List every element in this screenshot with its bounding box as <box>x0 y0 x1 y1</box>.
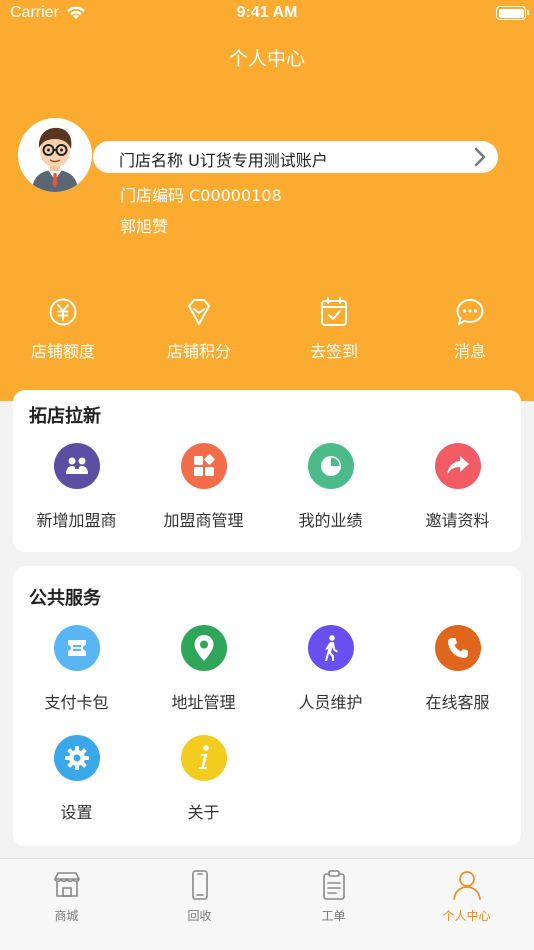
tab-work-orders[interactable]: 工单 <box>267 869 400 924</box>
person-icon <box>452 871 481 900</box>
public-services-card: 公共服务 支付卡包 地址管理 人员维护 在线客服 设置 关于 <box>13 566 521 846</box>
phone-device-icon <box>191 870 208 900</box>
info-icon <box>180 735 227 781</box>
share-arrow-icon <box>434 443 481 489</box>
clock: 9:41 AM <box>236 4 298 21</box>
tab-label: 工单 <box>321 909 346 923</box>
tab-label: 个人中心 <box>442 909 491 923</box>
grid-item-staff-maintenance[interactable]: 人员维护 <box>267 625 394 713</box>
calendar-check-icon <box>321 297 347 326</box>
manage-grid-icon <box>180 443 227 489</box>
status-bar: Carrier 9:41 AM <box>0 0 534 28</box>
grid-item-label: 加盟商管理 <box>163 511 244 530</box>
grid-item-label: 人员维护 <box>298 693 363 712</box>
grid-item-label: 在线客服 <box>425 693 490 712</box>
grid-item-online-service[interactable]: 在线客服 <box>394 625 521 713</box>
grid-item-label: 地址管理 <box>171 693 236 712</box>
chevron-right-icon <box>474 147 486 167</box>
tab-recycle[interactable]: 回收 <box>133 869 266 924</box>
add-partner-icon <box>53 443 100 489</box>
pie-chart-icon <box>307 443 354 489</box>
grid-item-partner-management[interactable]: 加盟商管理 <box>140 443 267 531</box>
grid-item-address-management[interactable]: 地址管理 <box>140 625 267 713</box>
tab-label: 回收 <box>187 909 212 923</box>
quick-action-label: 店铺额度 <box>30 342 95 361</box>
quick-action-label: 店铺积分 <box>166 342 231 361</box>
grid-item-label: 设置 <box>60 803 93 822</box>
phone-icon <box>434 625 481 671</box>
grid-item-add-partner[interactable]: 新增加盟商 <box>13 443 140 531</box>
tab-bar: 商城 回收 工单 个人中心 <box>0 858 534 950</box>
quick-action-messages[interactable]: 消息 <box>403 296 534 362</box>
chat-bubble-icon <box>456 299 484 325</box>
page-title: 个人中心 <box>228 48 305 70</box>
avatar-portrait-icon <box>18 118 92 192</box>
grid-item-label: 关于 <box>187 803 220 822</box>
quick-action-store-points[interactable]: 店铺积分 <box>132 296 266 362</box>
grid-item-label: 我的业绩 <box>298 511 363 530</box>
store-name-button[interactable]: 门店名称 U订货专用测试账户 <box>93 141 498 173</box>
store-code: 门店编码 C00000108 <box>120 186 282 205</box>
grid-item-label: 支付卡包 <box>44 693 109 712</box>
quick-action-store-credit[interactable]: 店铺额度 <box>0 296 130 362</box>
grid-item-my-performance[interactable]: 我的业绩 <box>267 443 394 531</box>
quick-action-label: 去签到 <box>309 342 358 361</box>
expand-section-card: 拓店拉新 新增加盟商 加盟商管理 我的业绩 邀请资料 <box>13 390 521 552</box>
grid-item-invite-materials[interactable]: 邀请资料 <box>394 443 521 531</box>
battery-icon <box>496 6 529 20</box>
grid-item-settings[interactable]: 设置 <box>13 735 140 823</box>
gear-icon <box>53 735 100 781</box>
tab-mall[interactable]: 商城 <box>0 869 133 924</box>
profile-header: Carrier 9:41 AM 个人中心 门店名称 U订货专用测试账户 门店编码… <box>0 0 534 401</box>
store-icon <box>53 872 80 897</box>
quick-action-label: 消息 <box>453 342 486 361</box>
grid-item-payment-cards[interactable]: 支付卡包 <box>13 625 140 713</box>
avatar[interactable] <box>18 118 92 192</box>
clipboard-icon <box>322 870 345 900</box>
owner-name: 郭旭赞 <box>120 217 169 236</box>
grid-item-label: 新增加盟商 <box>36 511 117 530</box>
location-pin-icon <box>180 625 227 671</box>
yuan-circle-icon <box>49 298 77 326</box>
section-title: 公共服务 <box>29 588 101 609</box>
section-title: 拓店拉新 <box>29 406 101 427</box>
quick-action-checkin[interactable]: 去签到 <box>267 296 401 362</box>
card-wallet-icon <box>53 625 100 671</box>
walking-person-icon <box>307 625 354 671</box>
tab-label: 商城 <box>54 909 79 923</box>
grid-item-label: 邀请资料 <box>425 511 490 530</box>
grid-item-about[interactable]: 关于 <box>140 735 267 823</box>
gem-icon <box>188 299 210 325</box>
store-name: 门店名称 U订货专用测试账户 <box>119 151 328 170</box>
tab-personal-center[interactable]: 个人中心 <box>400 869 533 924</box>
